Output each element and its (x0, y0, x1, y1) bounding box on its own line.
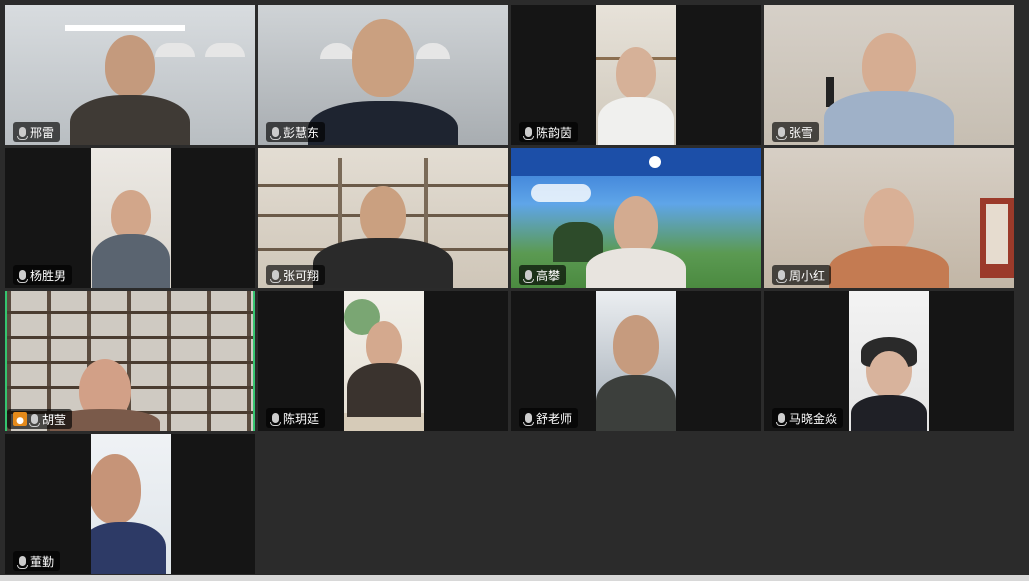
participant-nameplate: 胡莹 (7, 409, 73, 429)
user-icon (13, 412, 27, 426)
mic-icon (776, 270, 787, 283)
participant-name: 舒老师 (536, 411, 573, 426)
video-tile[interactable]: 舒老师 (511, 291, 761, 431)
mic-icon (523, 270, 534, 283)
video-tile[interactable]: 张可翔 (258, 148, 508, 288)
mic-icon (17, 556, 28, 569)
participant-nameplate: 马晓金焱 (772, 408, 844, 428)
participant-nameplate: 董勤 (13, 551, 61, 571)
participant-nameplate: 周小红 (772, 265, 832, 285)
video-tile[interactable]: 杨胜男 (5, 148, 255, 288)
participant-name: 杨胜男 (30, 268, 67, 283)
video-tile[interactable]: 高攀 (511, 148, 761, 288)
participant-video (91, 148, 171, 288)
video-tile[interactable]: 马晓金焱 (764, 291, 1014, 431)
participant-name: 胡莹 (42, 412, 67, 427)
participant-name: 陈韵茵 (536, 125, 573, 140)
video-tile[interactable]: 彭慧东 (258, 5, 508, 145)
participant-name: 董勤 (30, 554, 55, 569)
participant-nameplate: 舒老师 (519, 408, 579, 428)
mic-icon (270, 413, 281, 426)
participant-video (596, 5, 676, 145)
video-tile[interactable]: 陈玥廷 (258, 291, 508, 431)
participant-name: 马晓金焱 (789, 411, 838, 426)
video-tile[interactable]: 董勤 (5, 434, 255, 574)
participant-video (91, 434, 171, 574)
participant-video (849, 291, 929, 431)
participant-nameplate: 高攀 (519, 265, 567, 285)
participant-name: 张可翔 (283, 268, 320, 283)
video-tile[interactable]: 陈韵茵 (511, 5, 761, 145)
mic-icon (776, 127, 787, 140)
participant-video (596, 291, 676, 431)
window-bottom-edge (0, 575, 1029, 581)
video-tile[interactable]: 张雪 (764, 5, 1014, 145)
participant-name: 邢雷 (30, 125, 55, 140)
mic-icon (776, 413, 787, 426)
mic-icon (17, 127, 28, 140)
mic-icon (270, 270, 281, 283)
video-tile[interactable]: 周小红 (764, 148, 1014, 288)
participant-nameplate: 彭慧东 (266, 122, 326, 142)
video-grid: 邢雷 彭慧东 陈韵茵 张雪 杨胜男 张可翔 高攀 周小红 ● 胡莹 陈玥廷 舒老… (0, 0, 1029, 581)
participant-name: 陈玥廷 (283, 411, 320, 426)
participant-name: 张雪 (789, 125, 814, 140)
participant-name: 高攀 (536, 268, 561, 283)
mic-icon (270, 127, 281, 140)
mic-icon (523, 413, 534, 426)
mic-icon (17, 270, 28, 283)
participant-name: 周小红 (789, 268, 826, 283)
participant-nameplate: 张可翔 (266, 265, 326, 285)
mic-icon (523, 127, 534, 140)
active-speaker-tile[interactable]: 胡莹 (5, 291, 255, 431)
participant-nameplate: 邢雷 (13, 122, 61, 142)
participant-nameplate: 张雪 (772, 122, 820, 142)
participant-nameplate: 陈玥廷 (266, 408, 326, 428)
participant-video (344, 291, 424, 431)
participant-name: 彭慧东 (283, 125, 320, 140)
participant-nameplate: 杨胜男 (13, 265, 73, 285)
video-tile[interactable]: 邢雷 (5, 5, 255, 145)
mic-icon (29, 414, 40, 427)
participant-nameplate: 陈韵茵 (519, 122, 579, 142)
